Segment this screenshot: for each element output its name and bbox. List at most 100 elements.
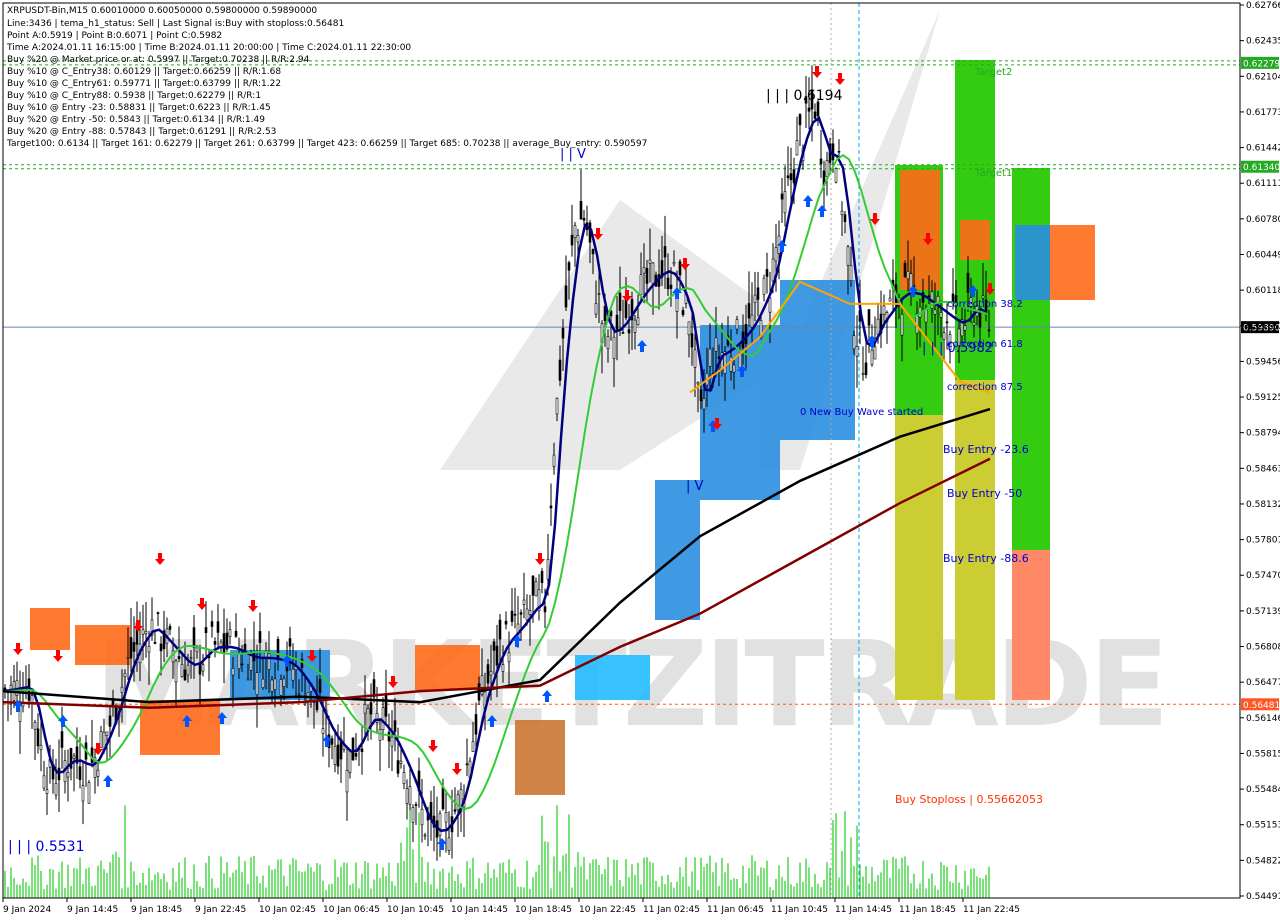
x-tick-label: 9 Jan 14:45: [67, 905, 118, 915]
candle-body: [231, 668, 235, 676]
candle-body: [615, 314, 619, 330]
x-tick-label: 10 Jan 06:45: [323, 905, 380, 915]
candle-body: [840, 210, 844, 216]
candle-body: [9, 684, 13, 690]
candle-body: [693, 349, 697, 368]
candle-body: [36, 728, 40, 747]
candle-body: [843, 214, 847, 223]
y-tick-label: 0.62104: [1246, 72, 1280, 82]
y-tick-label: 0.55153: [1246, 821, 1280, 831]
correction-875-label: correction 87.5: [947, 382, 1023, 393]
candle-body: [696, 381, 700, 385]
x-tick-label: 11 Jan 14:45: [835, 905, 892, 915]
candle-body: [765, 269, 769, 277]
candle-body: [564, 285, 568, 308]
price-tag-label: 0.62279: [1243, 59, 1280, 69]
candle-body: [882, 305, 886, 315]
candle-body: [87, 782, 91, 804]
candle-body: [447, 837, 451, 851]
x-tick-label: 11 Jan 22:45: [963, 905, 1020, 915]
candle-body: [273, 678, 277, 690]
candle-body: [234, 630, 238, 637]
candle-body: [819, 158, 823, 165]
candle-body: [669, 284, 673, 289]
y-tick-label: 0.61111: [1246, 179, 1280, 189]
candle-body: [258, 631, 262, 643]
candle-body: [336, 744, 340, 767]
y-tick-label: 0.61773: [1246, 108, 1280, 118]
candle-body: [936, 295, 940, 303]
candle-body: [54, 783, 58, 796]
candle-body: [492, 641, 496, 651]
candle-body: [57, 767, 61, 781]
candle-body: [132, 642, 136, 652]
candle-body: [78, 766, 82, 780]
candle-body: [837, 151, 841, 153]
candle-body: [228, 629, 232, 637]
candle-body: [486, 664, 490, 684]
candle-body: [42, 775, 46, 789]
candle-body: [717, 356, 721, 359]
candle-body: [573, 225, 577, 239]
candle-body: [513, 613, 517, 616]
x-tick-label: 9 Jan 22:45: [195, 905, 246, 915]
candle-body: [237, 653, 241, 669]
candle-body: [522, 599, 526, 605]
y-tick-label: 0.62766: [1246, 1, 1280, 11]
candle-body: [456, 794, 460, 811]
candle-body: [849, 265, 853, 281]
candle-body: [348, 750, 352, 773]
candle-body: [753, 294, 757, 303]
y-tick-label: 0.56808: [1246, 643, 1280, 653]
candle-body: [153, 642, 157, 644]
candle-body: [351, 737, 355, 761]
candle-body: [540, 571, 544, 583]
candle-body: [570, 234, 574, 246]
candle-body: [825, 160, 829, 177]
candle-body: [978, 310, 982, 328]
candle-body: [762, 277, 766, 295]
candle-body: [780, 193, 784, 200]
candle-body: [786, 175, 790, 179]
candle-body: [291, 668, 295, 681]
y-tick-label: 0.57801: [1246, 536, 1280, 546]
candle-body: [834, 168, 838, 183]
candle-body: [33, 722, 37, 730]
candle-body: [627, 329, 631, 334]
target2-label: Target2: [974, 67, 1012, 78]
zone-salmon: [1012, 550, 1050, 700]
candle-body: [393, 720, 397, 732]
candle-body: [366, 708, 370, 731]
candle-body: [441, 787, 445, 810]
candle-body: [108, 715, 112, 727]
candle-body: [396, 760, 400, 774]
candle-body: [864, 362, 868, 376]
candle-body: [270, 679, 274, 692]
y-tick-label: 0.56146: [1246, 714, 1280, 724]
chart-stage: MARKETZITRADE 0.622790.613400.598900.564…: [0, 0, 1280, 920]
x-tick-label: 10 Jan 10:45: [387, 905, 444, 915]
price-chart[interactable]: MARKETZITRADE 0.622790.613400.598900.564…: [0, 0, 1280, 920]
cloud-block: [415, 645, 480, 690]
candle-body: [180, 664, 184, 677]
info-line: Buy %10 @ C_Entry61: 0.59771 || Target:0…: [7, 79, 281, 89]
candle-body: [330, 738, 334, 745]
cloud-block: [515, 720, 565, 795]
candle-body: [489, 671, 493, 676]
cloud-block: [1050, 225, 1095, 300]
candle-body: [144, 630, 148, 635]
y-tick-label: 0.61442: [1246, 144, 1280, 154]
candle-body: [714, 337, 718, 352]
candle-body: [972, 322, 976, 326]
candle-body: [474, 714, 478, 735]
candle-body: [222, 633, 226, 653]
candle-body: [846, 246, 850, 266]
candle-body: [369, 702, 373, 715]
candle-body: [123, 672, 127, 678]
symbol-line: XRPUSDT-Bin,M15 0.60010000 0.60050000 0.…: [7, 6, 317, 16]
candle-body: [276, 638, 280, 660]
cloud-block: [75, 625, 130, 665]
candle-body: [453, 809, 457, 812]
x-tick-label: 11 Jan 06:45: [707, 905, 764, 915]
x-tick-label: 11 Jan 18:45: [899, 905, 956, 915]
